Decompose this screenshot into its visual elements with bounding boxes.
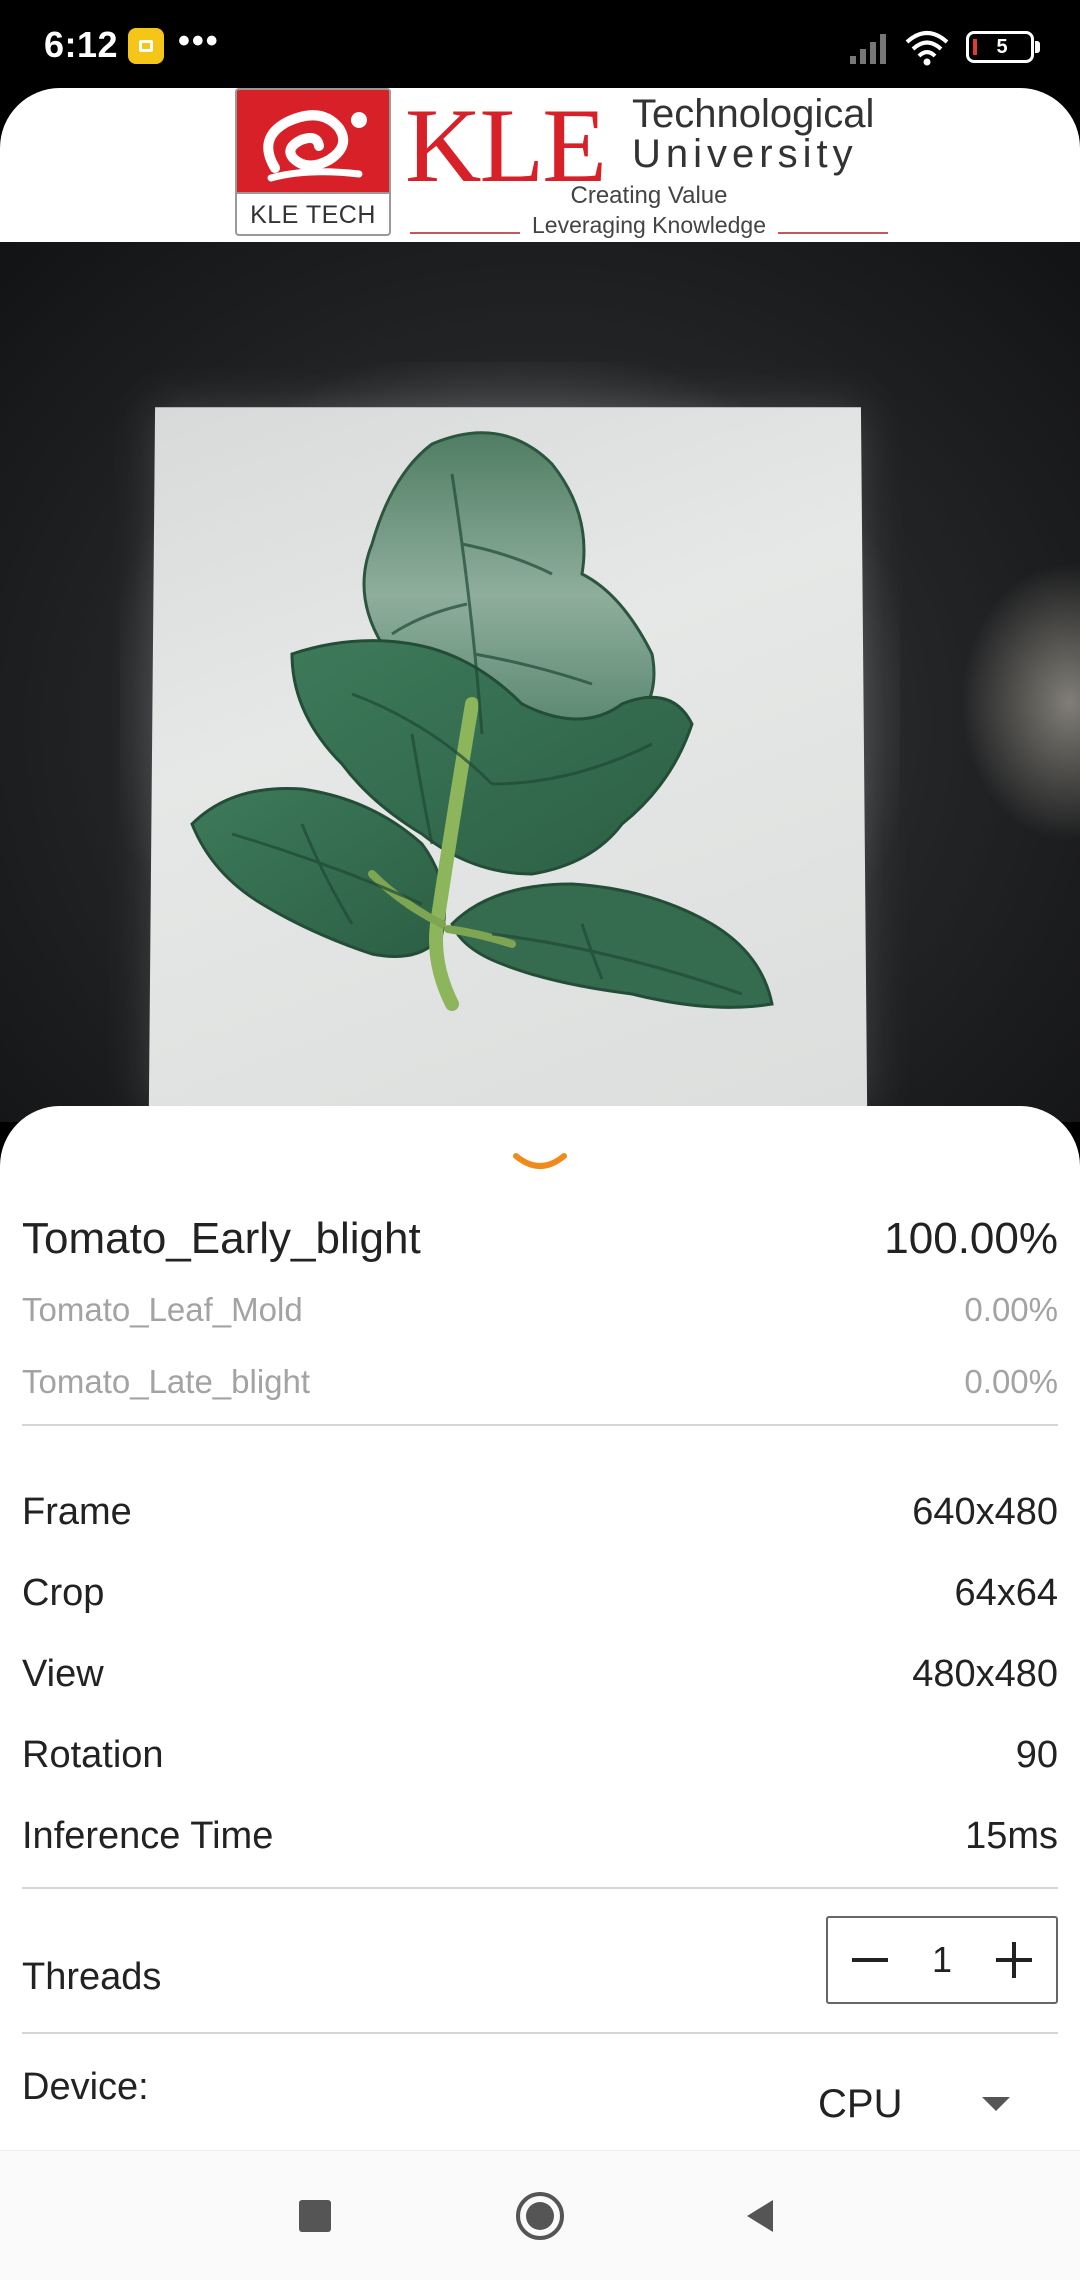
status-time: 6:12: [44, 24, 119, 65]
threads-decrement-button[interactable]: [828, 1918, 912, 2002]
threads-stepper: 1: [826, 1916, 1058, 2004]
logo-tagline-1: Creating Value: [570, 182, 728, 209]
home-button[interactable]: [501, 2177, 579, 2255]
prediction-value-third: 0.00%: [964, 1363, 1058, 1400]
view-value: 480x480: [912, 1652, 1058, 1695]
device-selected-value: CPU: [818, 2081, 903, 2126]
info-row-view: View 480x480: [22, 1644, 1058, 1704]
more-notifications-icon: •••: [178, 22, 220, 60]
device-dropdown[interactable]: CPU: [800, 2064, 1030, 2144]
app-header: KLE TECH KLE Technological University Cr…: [0, 88, 1080, 242]
plus-icon: [996, 1942, 1032, 1978]
square-recents-icon: [299, 2200, 331, 2232]
inference-time-label: Inference Time: [22, 1814, 274, 1857]
prediction-row-top: Tomato_Early_blight 100.00%: [22, 1204, 1058, 1274]
status-bar: 6:12 ••• 5: [0, 0, 1080, 95]
tagline-rule-right: [778, 232, 888, 234]
prediction-value-top: 100.00%: [884, 1214, 1058, 1263]
wifi-icon: [905, 31, 949, 66]
logo-line-university: University: [632, 132, 858, 176]
frame-value: 640x480: [912, 1490, 1058, 1533]
crop-label: Crop: [22, 1571, 105, 1614]
info-row-rotation: Rotation 90: [22, 1725, 1058, 1785]
notification-app-icon: [128, 28, 164, 64]
prediction-label-top: Tomato_Early_blight: [22, 1214, 421, 1263]
triangle-back-icon: [747, 2200, 773, 2232]
threads-value: 1: [931, 1939, 953, 1980]
prediction-label-third: Tomato_Late_blight: [22, 1363, 311, 1400]
crop-value: 64x64: [954, 1571, 1058, 1614]
kle-logo-mark-icon: [263, 110, 367, 182]
info-row-crop: Crop 64x64: [22, 1563, 1058, 1623]
view-label: View: [22, 1652, 104, 1695]
minus-icon: [852, 1958, 888, 1962]
rotation-value: 90: [1015, 1733, 1058, 1776]
logo-wordmark: KLE: [405, 87, 607, 204]
inference-time-value: 15ms: [965, 1814, 1058, 1857]
logo-tagline-2: Leveraging Knowledge: [531, 212, 766, 238]
threads-increment-button[interactable]: [972, 1918, 1056, 2002]
battery-icon: 5: [966, 31, 1040, 63]
threads-label: Threads: [22, 1955, 162, 1998]
divider: [22, 1424, 1058, 1426]
rotation-label: Rotation: [22, 1733, 164, 1776]
dropdown-arrow-icon: [982, 2097, 1010, 2111]
tomato-leaf-image: [190, 431, 774, 1011]
prediction-row-second: Tomato_Leaf_Mold 0.00%: [22, 1282, 1058, 1338]
battery-level: 5: [996, 36, 1008, 58]
recents-button[interactable]: [276, 2177, 354, 2255]
camera-preview[interactable]: [0, 242, 1080, 1122]
badge-text: KLE TECH: [250, 201, 376, 229]
cellular-signal-icon: [850, 34, 886, 64]
camera-light-glow-right: [960, 562, 1080, 842]
kle-tech-badge-logo: KLE TECH: [235, 88, 391, 236]
logo-line-technological: Technological: [632, 92, 875, 136]
prediction-value-second: 0.00%: [964, 1291, 1058, 1328]
system-navigation-bar: [0, 2150, 1080, 2280]
chevron-down-icon[interactable]: [510, 1150, 570, 1174]
info-row-inference-time: Inference Time 15ms: [22, 1806, 1058, 1866]
circle-home-icon: [516, 2192, 564, 2240]
back-button[interactable]: [722, 2177, 800, 2255]
divider: [22, 1887, 1058, 1889]
screen: 6:12 ••• 5 KLE TECH KLE Technological Un…: [0, 0, 1080, 2280]
bottom-sheet: Tomato_Early_blight 100.00% Tomato_Leaf_…: [0, 1106, 1080, 2150]
info-row-frame: Frame 640x480: [22, 1482, 1058, 1542]
divider: [22, 2032, 1058, 2034]
prediction-label-second: Tomato_Leaf_Mold: [22, 1291, 303, 1328]
prediction-row-third: Tomato_Late_blight 0.00%: [22, 1354, 1058, 1410]
device-label: Device:: [22, 2066, 149, 2108]
frame-label: Frame: [22, 1490, 132, 1533]
